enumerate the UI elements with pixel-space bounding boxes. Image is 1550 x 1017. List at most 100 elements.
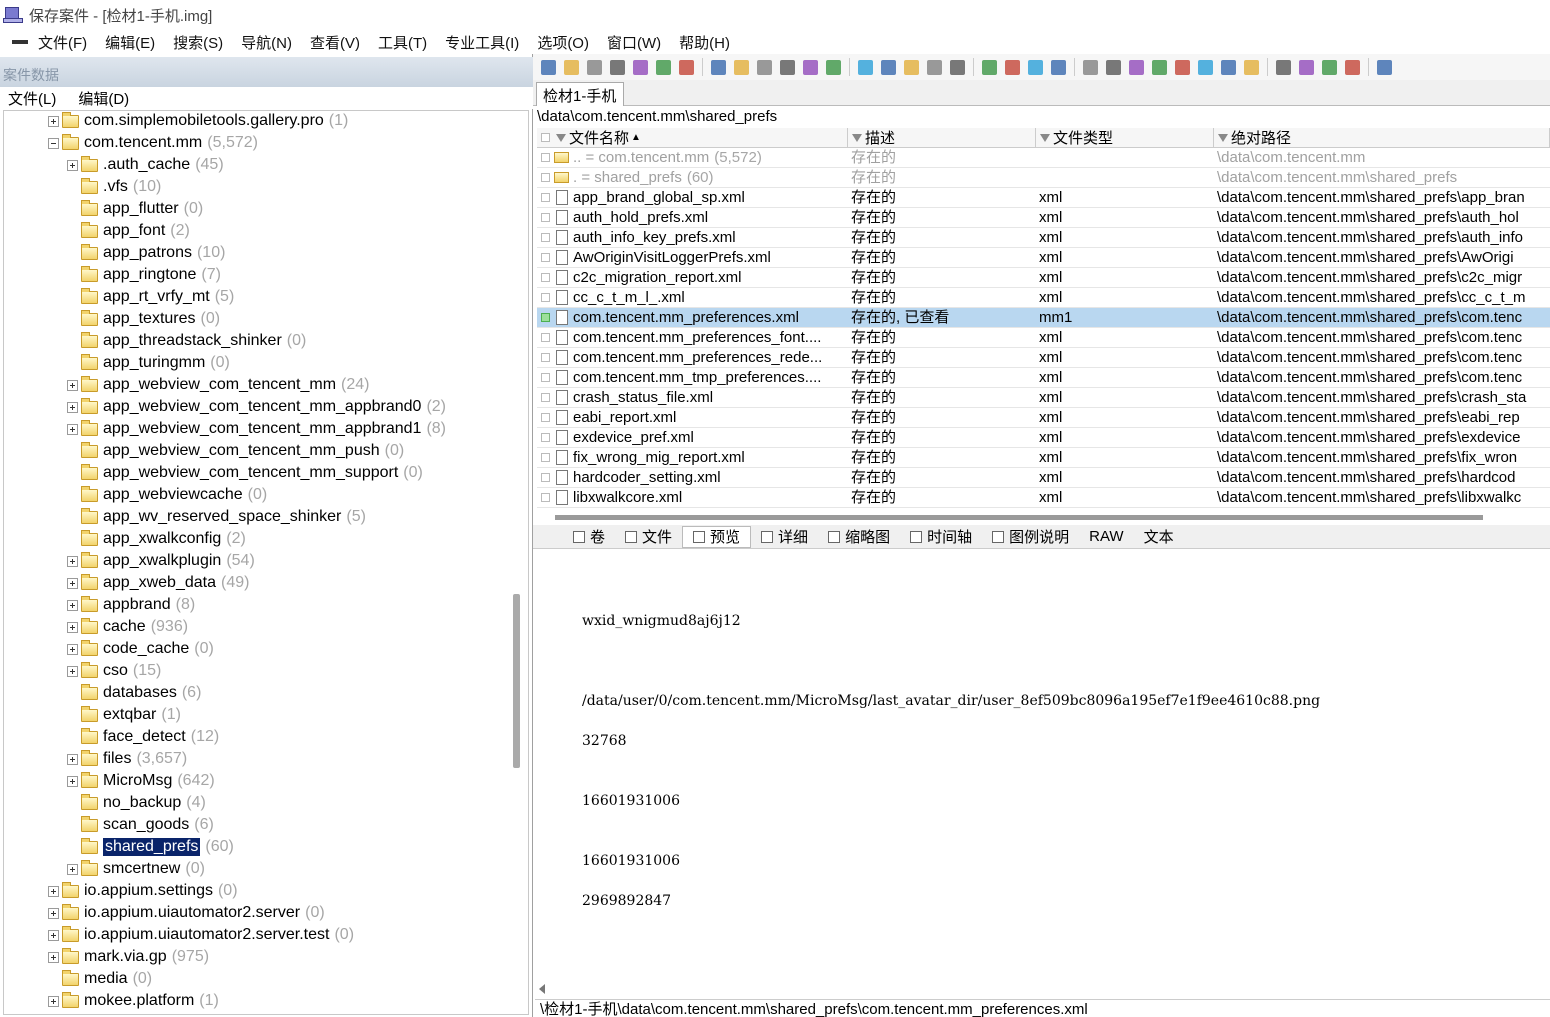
forward-arrow-icon[interactable]	[1051, 59, 1066, 75]
view-tab[interactable]: 文本	[1134, 526, 1184, 548]
tree-item[interactable]: io.appium.settings (0)	[48, 880, 238, 902]
calculator-icon[interactable]	[1152, 59, 1167, 75]
menu-item[interactable]: 窗口(W)	[607, 32, 661, 53]
file-row[interactable]: auth_hold_prefs.xml 存在的 xml \data\com.tence…	[537, 208, 1550, 228]
tree-item[interactable]: app_webview_com_tencent_mm (24)	[67, 374, 369, 396]
hscroll-thumb[interactable]	[555, 515, 1483, 520]
file-row[interactable]: cc_c_t_m_l_.xml 存在的 xml \data\com.tencent.m…	[537, 288, 1550, 308]
properties-icon[interactable]	[656, 59, 671, 75]
view-tab[interactable]: 卷	[563, 526, 615, 548]
menu-item[interactable]: 帮助(H)	[679, 32, 730, 53]
row-checkbox[interactable]	[541, 493, 550, 502]
search-text-icon[interactable]	[927, 59, 942, 75]
file-row[interactable]: AwOriginVisitLoggerPrefs.xml 存在的 xml \data\…	[537, 248, 1550, 268]
file-row[interactable]: . = shared_prefs (60) 存在的 \data\com.tencent…	[537, 168, 1550, 188]
tree-scrollbar[interactable]	[513, 594, 520, 768]
directory-tree[interactable]: com.simplemobiletools.gallery.pro (1) com.…	[3, 110, 529, 1015]
tree-item[interactable]: mark.via.gp (975)	[48, 946, 209, 968]
expand-icon[interactable]	[67, 775, 78, 787]
tree-item[interactable]: .vfs (10)	[67, 176, 161, 198]
file-row[interactable]: libxwalkcore.xml 存在的 xml \data\com.tencent.…	[537, 488, 1550, 508]
tree-item[interactable]: smcertnew (0)	[67, 858, 205, 880]
select-all-checkbox[interactable]	[541, 133, 550, 142]
tree-item[interactable]: shared_prefs (60)	[67, 836, 234, 858]
tree-item[interactable]: app_webview_com_tencent_mm_appbrand0 (2)	[67, 396, 446, 418]
file-row[interactable]: com.tencent.mm_tmp_preferences.... 存在的 xml…	[537, 368, 1550, 388]
find-next-icon[interactable]	[881, 59, 896, 75]
print-icon[interactable]	[610, 59, 625, 75]
row-checkbox[interactable]	[541, 313, 550, 322]
tree-item[interactable]: com.tencent.mm (5,572)	[48, 132, 258, 154]
disk-icon[interactable]	[1083, 59, 1098, 75]
table-icon[interactable]	[1299, 59, 1314, 75]
tree-item[interactable]: no_backup (4)	[67, 792, 206, 814]
row-checkbox[interactable]	[541, 473, 550, 482]
view-tab[interactable]: 缩略图	[818, 526, 900, 548]
disk-add-icon[interactable]	[1106, 59, 1121, 75]
file-row[interactable]: com.tencent.mm_preferences.xml 存在的, 已查看 mm…	[537, 308, 1550, 328]
tree-item[interactable]: app_turingmm (0)	[67, 352, 230, 374]
file-row[interactable]: exdevice_pref.xml 存在的 xml \data\com.tencent…	[537, 428, 1550, 448]
menu-item[interactable]: 工具(T)	[378, 32, 427, 53]
tree-item[interactable]: app_wv_reserved_space_shinker (5)	[67, 506, 366, 528]
file-row[interactable]: auth_info_key_prefs.xml 存在的 xml \data\com.t…	[537, 228, 1550, 248]
filter-icon[interactable]	[852, 133, 862, 142]
row-checkbox[interactable]	[541, 273, 550, 282]
row-checkbox[interactable]	[541, 353, 550, 362]
expand-icon[interactable]	[48, 951, 59, 963]
magnifier-icon[interactable]	[1175, 59, 1190, 75]
print-preview-icon[interactable]	[633, 59, 648, 75]
back-arrow-icon[interactable]	[1028, 59, 1043, 75]
tree-item[interactable]: com.simplemobiletools.gallery.pro (1)	[48, 111, 348, 132]
gear-icon[interactable]	[1244, 59, 1259, 75]
tree-item[interactable]: app_threadstack_shinker (0)	[67, 330, 306, 352]
row-checkbox[interactable]	[541, 173, 550, 182]
tree-item[interactable]: app_ringtone (7)	[67, 264, 221, 286]
file-row[interactable]: crash_status_file.xml 存在的 xml \data\com.ten…	[537, 388, 1550, 408]
tree-item[interactable]: app_webview_com_tencent_mm_push (0)	[67, 440, 404, 462]
search-replace-icon[interactable]	[950, 59, 965, 75]
expand-icon[interactable]	[67, 665, 78, 677]
tree-item[interactable]: io.appium.uiautomator2.server (0)	[48, 902, 325, 924]
expand-icon[interactable]	[48, 929, 59, 941]
menu-item[interactable]: 搜索(S)	[173, 32, 223, 53]
menu-item[interactable]: 选项(O)	[537, 32, 589, 53]
file-row[interactable]: fix_wrong_mig_report.xml 存在的 xml \data\com.…	[537, 448, 1550, 468]
case-menu-edit[interactable]: 编辑(D)	[78, 88, 129, 109]
column-header-3[interactable]: 绝对路径	[1214, 128, 1550, 148]
expand-icon[interactable]	[67, 379, 78, 391]
expand-icon[interactable]	[67, 159, 78, 171]
tree-item[interactable]: io.appium.uiautomator2.server.test (0)	[48, 924, 354, 946]
menu-item[interactable]: 专业工具(I)	[445, 32, 519, 53]
file-row[interactable]: hardcoder_setting.xml 存在的 xml \data\com.ten…	[537, 468, 1550, 488]
expand-icon[interactable]	[48, 115, 59, 127]
paste-icon[interactable]	[757, 59, 772, 75]
expand-icon[interactable]	[48, 885, 59, 897]
filter-icon[interactable]	[556, 133, 566, 142]
menu-item[interactable]: 查看(V)	[310, 32, 360, 53]
tree-item[interactable]: cache (936)	[67, 616, 188, 638]
row-checkbox[interactable]	[541, 413, 550, 422]
tree-item[interactable]: app_webviewcache (0)	[67, 484, 267, 506]
expand-icon[interactable]	[67, 753, 78, 765]
tree-item[interactable]: media (0)	[48, 968, 152, 990]
tree-item[interactable]: scan_goods (6)	[67, 814, 214, 836]
undo-icon[interactable]	[711, 59, 726, 75]
open-folder-icon[interactable]	[564, 59, 579, 75]
image-icon[interactable]	[1221, 59, 1236, 75]
expand-icon[interactable]	[67, 643, 78, 655]
filter-icon[interactable]	[1218, 133, 1228, 142]
tree-item[interactable]: app_xwalkconfig (2)	[67, 528, 246, 550]
expand-icon[interactable]	[67, 555, 78, 567]
row-checkbox[interactable]	[541, 393, 550, 402]
file-row[interactable]: .. = com.tencent.mm (5,572) 存在的 \data\com.t…	[537, 148, 1550, 168]
tree-item[interactable]: MicroMsg (642)	[67, 770, 215, 792]
view-tab[interactable]: 预览	[682, 525, 752, 548]
binary-icon[interactable]	[826, 59, 841, 75]
row-checkbox[interactable]	[541, 373, 550, 382]
view-tab[interactable]: 详细	[751, 526, 818, 548]
tree-item[interactable]: app_rt_vrfy_mt (5)	[67, 286, 234, 308]
expand-icon[interactable]	[48, 907, 59, 919]
file-row[interactable]: app_brand_global_sp.xml 存在的 xml \data\com.t…	[537, 188, 1550, 208]
file-row[interactable]: com.tencent.mm_preferences_rede... 存在的 xml…	[537, 348, 1550, 368]
